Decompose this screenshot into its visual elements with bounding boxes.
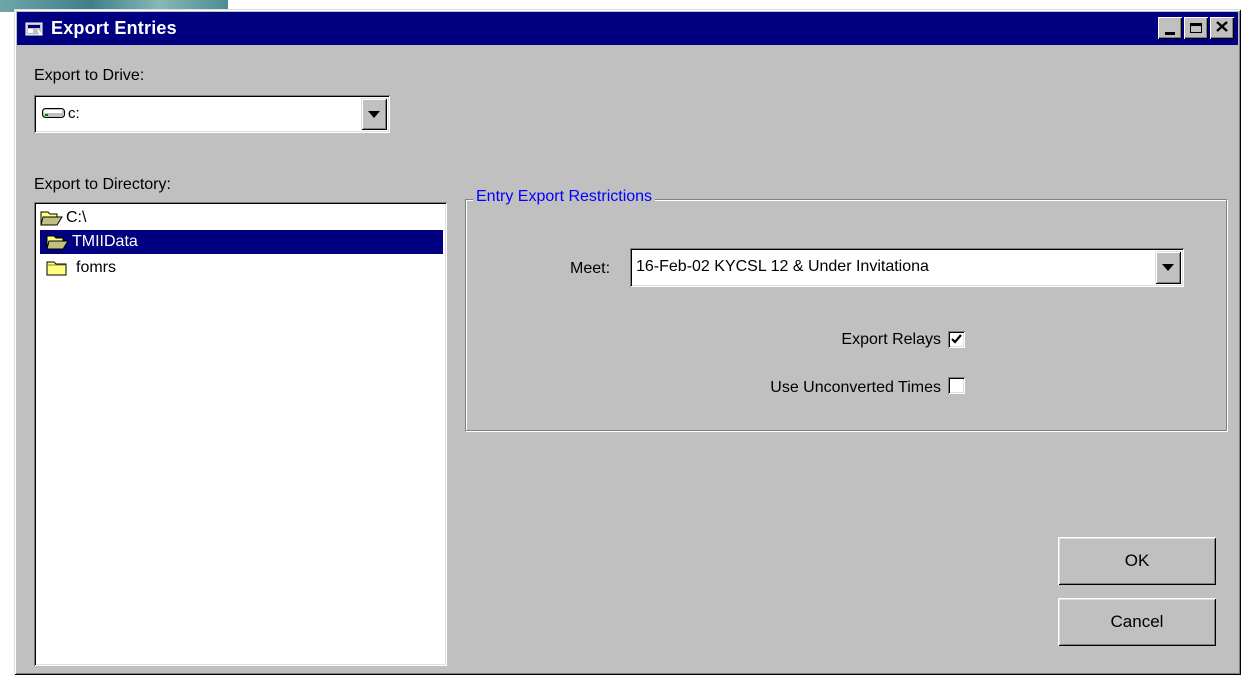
chevron-down-icon [1162,264,1174,271]
list-item[interactable]: TMIIData [40,230,443,254]
minimize-button[interactable] [1158,17,1182,39]
close-button[interactable] [1210,17,1234,39]
maximize-icon [1190,23,1202,33]
open-folder-icon [40,209,64,227]
directory-item-label: TMIIData [72,233,138,250]
unconverted-times-checkbox[interactable] [948,377,965,394]
drive-select[interactable]: c: [34,95,390,133]
meet-label: Meet: [570,260,611,277]
directory-item-label: C:\ [66,209,87,226]
drive-value: c: [68,105,80,122]
ok-button[interactable]: OK [1058,537,1216,585]
hard-drive-icon [42,106,66,125]
export-entries-dialog: Export Entries Export to Drive: c: Expor… [14,9,1241,675]
chevron-down-icon [368,110,380,118]
directory-item-label: fomrs [76,259,116,276]
export-relays-label: Export Relays [841,331,941,348]
desktop-background [0,0,14,675]
ok-button-label: OK [1124,551,1150,570]
list-item[interactable]: fomrs [46,256,118,280]
meet-select[interactable]: 16-Feb-02 KYCSL 12 & Under Invitationa [630,248,1184,287]
drive-dropdown-button[interactable] [361,98,387,130]
open-folder-icon [46,233,70,251]
cancel-button-label: Cancel [1110,612,1164,631]
checkmark-icon [951,331,962,349]
meet-value: 16-Feb-02 KYCSL 12 & Under Invitationa [636,258,929,275]
directory-list[interactable]: C:\ TMIIData fomrs [34,202,447,666]
unconverted-times-label: Use Unconverted Times [770,379,941,396]
list-item[interactable]: C:\ [40,206,88,230]
app-window-icon [25,20,45,38]
restrictions-group-title: Entry Export Restrictions [473,188,656,206]
export-relays-checkbox[interactable] [948,331,965,348]
close-icon [1216,19,1228,37]
title-bar[interactable]: Export Entries [17,12,1238,45]
minimize-icon [1165,31,1175,35]
directory-label: Export to Directory: [34,176,171,193]
meet-dropdown-button[interactable] [1155,251,1181,284]
drive-label: Export to Drive: [34,67,145,84]
closed-folder-icon [46,259,70,277]
maximize-button[interactable] [1184,17,1208,39]
window-title: Export Entries [51,18,177,38]
cancel-button[interactable]: Cancel [1058,598,1216,646]
